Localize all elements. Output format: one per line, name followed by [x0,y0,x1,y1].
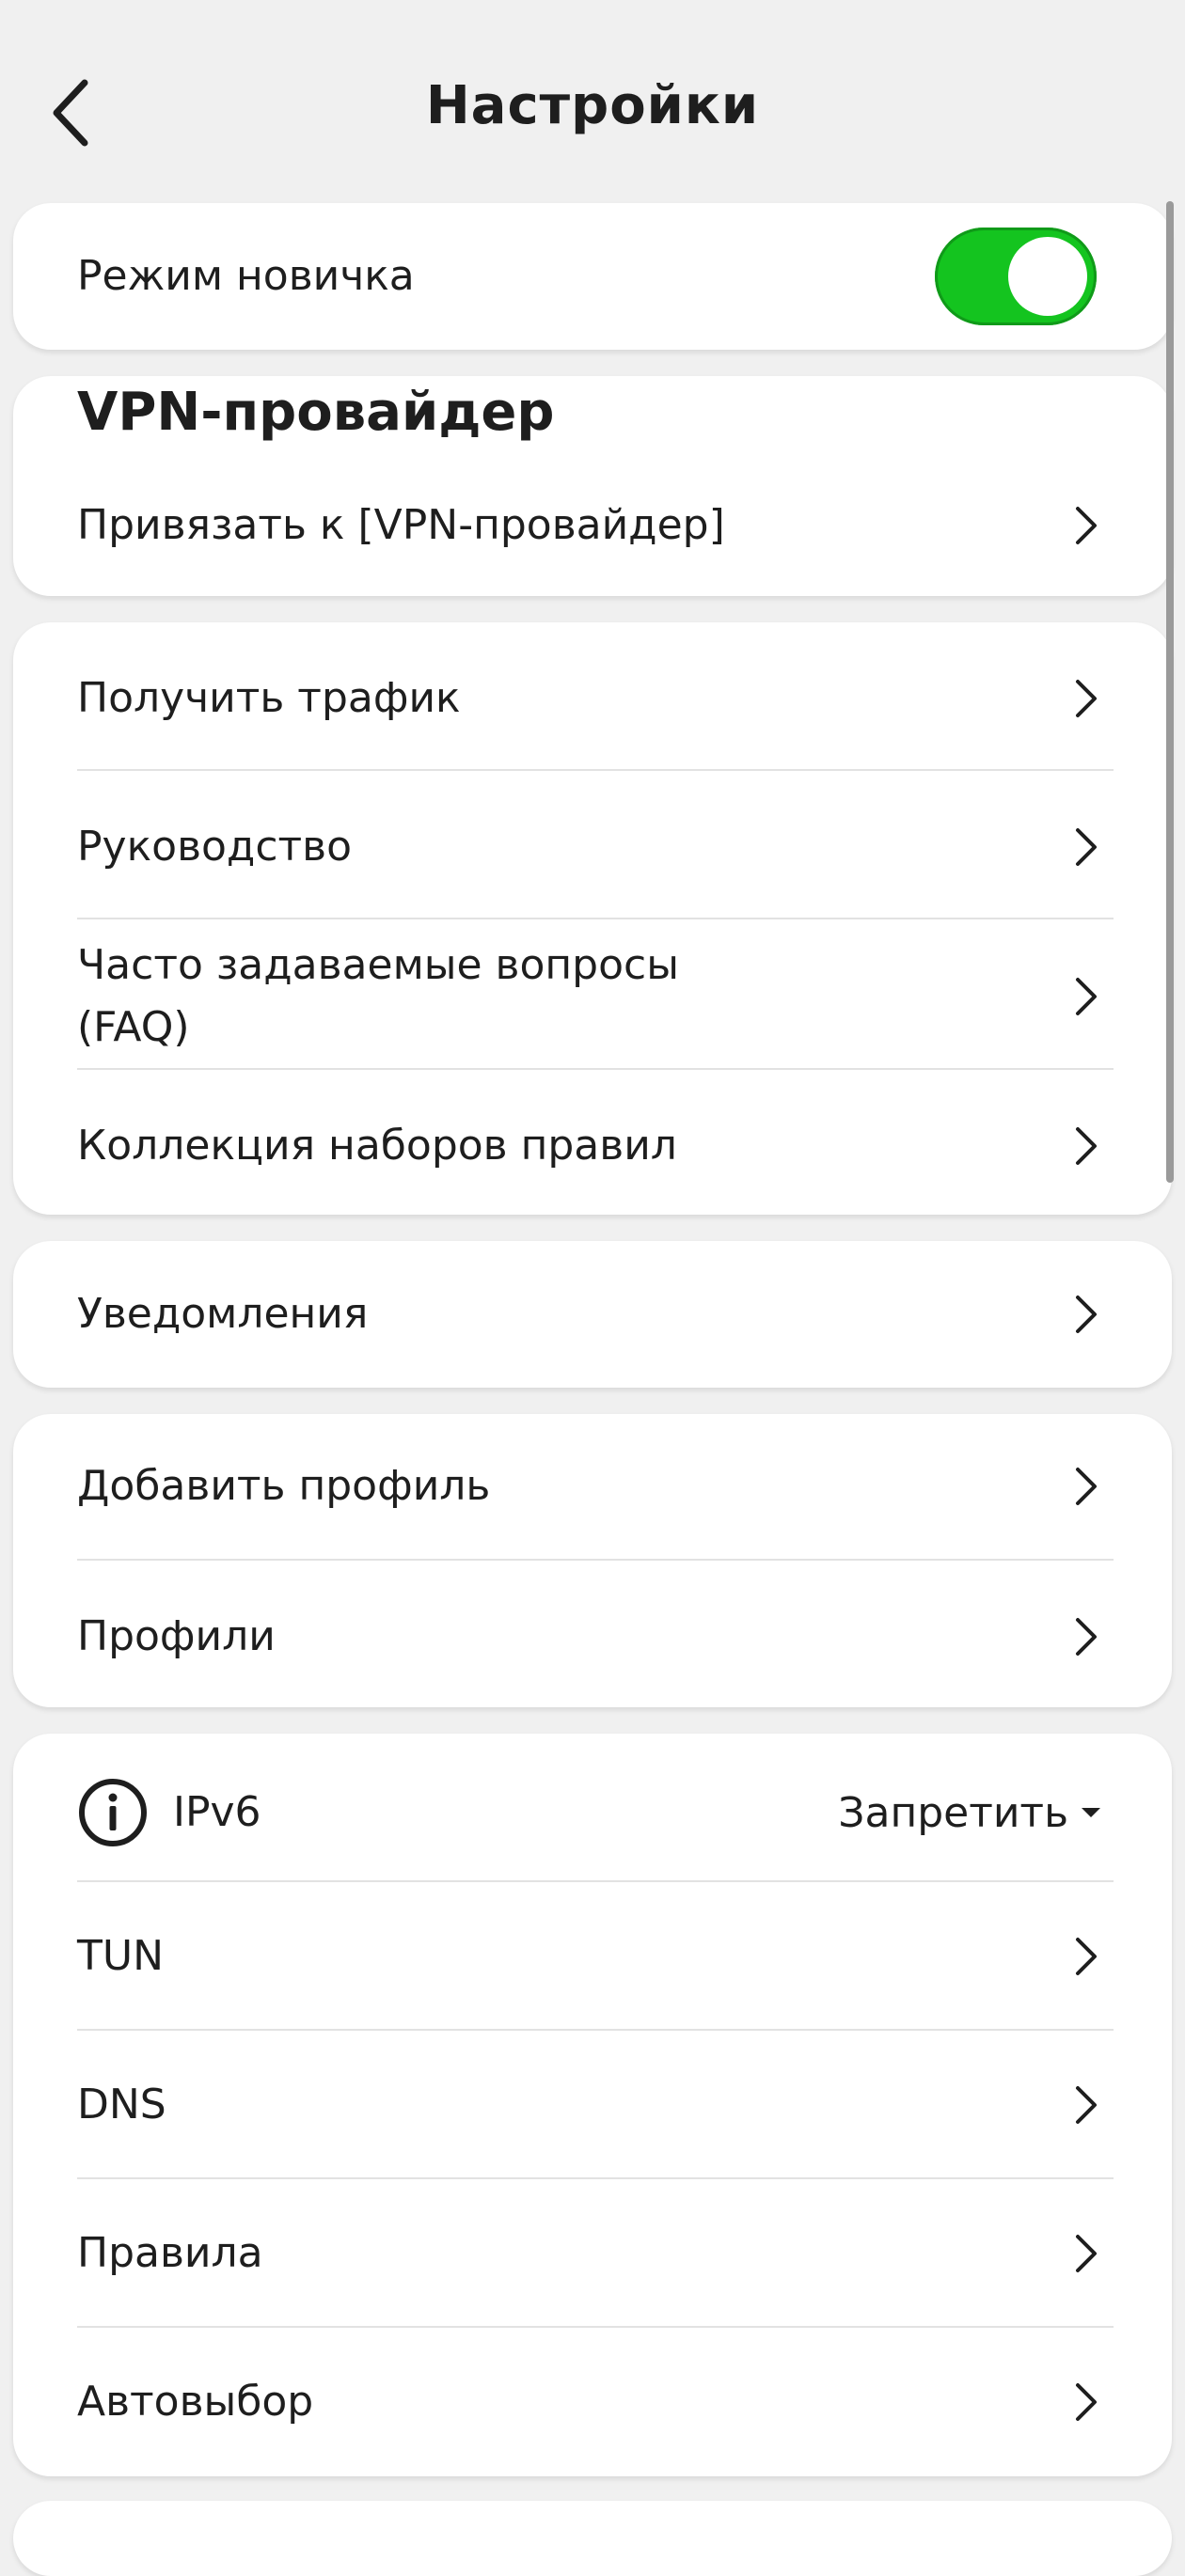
beginner-mode-label: Режим новичка [77,252,415,300]
chevron-right-icon [1072,2380,1100,2425]
network-card: IPv6 Запретить TUN DNS Правила Автовыбор [13,1734,1172,2476]
bind-vpn-provider-row[interactable]: Привязать к [VPN-провайдер] [77,495,1108,557]
help-item-guide[interactable]: Руководство [77,816,1108,878]
caret-down-icon [1082,1808,1100,1817]
divider [77,2326,1114,2328]
chevron-right-icon [1072,676,1100,721]
help-item-label: Руководство [77,823,353,871]
divider [77,1880,1114,1882]
chevron-right-icon [1072,974,1100,1019]
divider [77,1068,1114,1070]
ipv6-dropdown[interactable]: Запретить [838,1789,1108,1837]
divider [77,918,1114,919]
ipv6-value: Запретить [838,1788,1068,1837]
notifications-label: Уведомления [77,1290,369,1338]
tun-label: TUN [77,1932,164,1980]
divider [77,1559,1114,1561]
tun-row[interactable]: TUN [77,1925,1108,1987]
info-icon[interactable] [77,1777,149,1848]
chevron-right-icon [1072,825,1100,870]
scrollbar[interactable] [1166,201,1174,1183]
chevron-right-icon [1072,1934,1100,1979]
ipv6-label-group: IPv6 [77,1777,261,1848]
autoselect-label: Автовыбор [77,2378,314,2426]
notifications-row[interactable]: Уведомления [77,1283,1108,1345]
divider [77,769,1114,771]
bind-vpn-provider-label: Привязать к [VPN-провайдер] [77,501,725,549]
add-profile-row[interactable]: Добавить профиль [77,1455,1108,1517]
page-title: Настройки [425,75,760,136]
chevron-right-icon [1072,2231,1100,2276]
vpn-provider-card: VPN-провайдер Привязать к [VPN-провайдер… [13,376,1172,596]
dns-label: DNS [77,2081,166,2128]
help-item-faq[interactable]: Часто задаваемые вопросы (FAQ) [77,935,1108,1059]
vpn-provider-title: VPN-провайдер [77,382,555,443]
profiles-label: Профили [77,1612,276,1660]
add-profile-label: Добавить профиль [77,1462,491,1510]
top-bar: Настройки [0,0,1185,203]
ipv6-row[interactable]: IPv6 Запретить [77,1775,1108,1850]
rules-label: Правила [77,2229,263,2277]
rules-row[interactable]: Правила [77,2223,1108,2285]
toggle-knob [1008,237,1087,316]
divider [77,2029,1114,2031]
chevron-right-icon [1072,1292,1100,1337]
help-card: Получить трафик Руководство Часто задава… [13,622,1172,1215]
help-item-label: Коллекция наборов правил [77,1122,677,1170]
help-item-rulesets[interactable]: Коллекция наборов правил [77,1115,1108,1177]
help-item-get-traffic[interactable]: Получить трафик [77,668,1108,730]
next-card [13,2501,1172,2576]
profiles-card: Добавить профиль Профили [13,1414,1172,1707]
help-item-label: Часто задаваемые вопросы (FAQ) [77,941,679,1051]
chevron-right-icon [1072,2082,1100,2128]
notifications-card: Уведомления [13,1241,1172,1388]
beginner-mode-card: Режим новичка [13,203,1172,350]
ipv6-label: IPv6 [173,1788,261,1836]
autoselect-row[interactable]: Автовыбор [77,2371,1108,2433]
chevron-right-icon [1072,1123,1100,1169]
divider [77,2177,1114,2179]
chevron-right-icon [1072,503,1100,548]
dns-row[interactable]: DNS [77,2074,1108,2136]
chevron-right-icon [1072,1614,1100,1659]
beginner-mode-toggle[interactable] [935,228,1097,325]
profiles-row[interactable]: Профили [77,1606,1108,1668]
chevron-right-icon [1072,1464,1100,1509]
help-item-label: Получить трафик [77,674,461,722]
